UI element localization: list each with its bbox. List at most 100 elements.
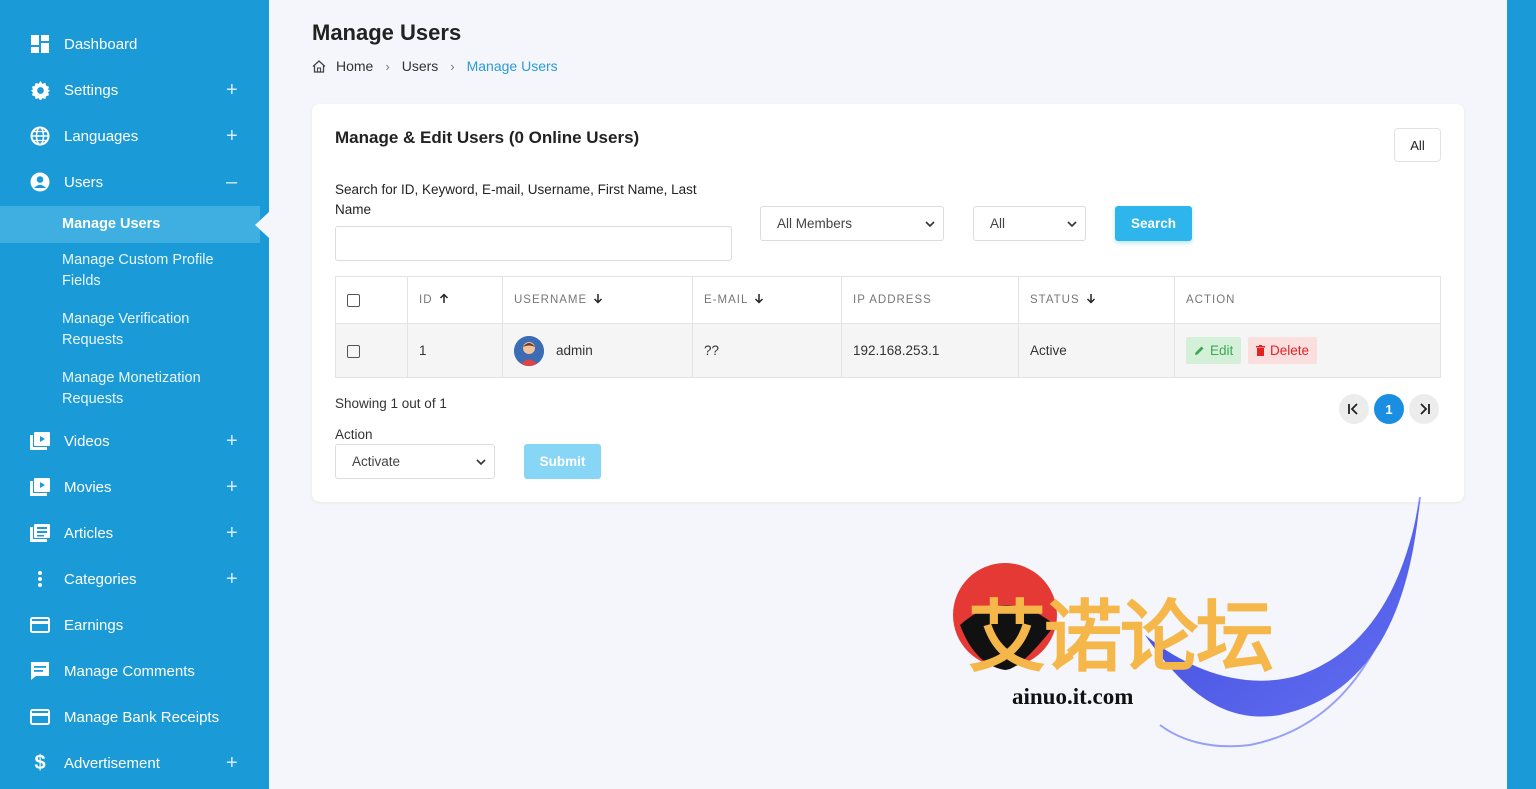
sidebar-item-label: Languages — [64, 127, 139, 145]
username-text[interactable]: admin — [556, 343, 593, 358]
sidebar-item-label: Advertisement — [64, 754, 160, 772]
sidebar-item-bank-receipts[interactable]: Manage Bank Receipts — [0, 694, 269, 740]
members-select[interactable]: All Members — [760, 206, 944, 241]
sidebar-item-label: Categories — [64, 570, 137, 588]
submit-button[interactable]: Submit — [524, 444, 601, 479]
select-all-checkbox[interactable] — [347, 293, 360, 307]
delete-label: Delete — [1270, 343, 1310, 358]
breadcrumb: Home › Users › Manage Users — [312, 57, 558, 75]
column-label: E-MAIL — [704, 294, 749, 307]
sidebar-item-label: Movies — [64, 478, 112, 496]
first-page-button[interactable] — [1339, 394, 1369, 424]
gear-icon — [30, 80, 50, 100]
column-status[interactable]: STATUS — [1018, 276, 1175, 324]
last-page-button[interactable] — [1409, 394, 1439, 424]
sidebar-item-label: Videos — [64, 432, 110, 450]
sidebar-item-advertisement[interactable]: $ Advertisement + — [0, 740, 269, 786]
sidebar-item-languages[interactable]: Languages + — [0, 113, 269, 159]
chevron-right-icon: › — [385, 58, 390, 74]
sidebar-item-dashboard[interactable]: Dashboard — [0, 21, 269, 67]
card-title: Manage & Edit Users (0 Online Users) — [335, 128, 640, 147]
page-button-current[interactable]: 1 — [1374, 394, 1404, 424]
search-button[interactable]: Search — [1115, 206, 1192, 241]
search-input[interactable] — [335, 226, 732, 261]
credit-card-icon — [30, 615, 50, 635]
sort-desc-icon[interactable] — [1086, 293, 1096, 307]
column-email[interactable]: E-MAIL — [692, 276, 842, 324]
expand-icon[interactable]: + — [226, 569, 238, 589]
cell-action: Edit Delete — [1174, 323, 1441, 378]
expand-icon[interactable]: + — [226, 753, 238, 773]
user-circle-icon — [30, 172, 50, 192]
sidebar-item-videos[interactable]: Videos + — [0, 418, 269, 464]
column-action: ACTION — [1174, 276, 1441, 324]
dashboard-icon — [30, 34, 50, 54]
avatar[interactable] — [514, 335, 544, 366]
cell-ip-address: 192.168.253.1 — [841, 323, 1019, 378]
action-label: Action — [335, 427, 373, 442]
row-checkbox[interactable] — [347, 344, 360, 358]
collapse-icon[interactable]: – — [226, 172, 237, 192]
cell-status: Active — [1018, 323, 1175, 378]
chevron-right-icon: › — [450, 58, 455, 74]
row-select-cell — [335, 323, 408, 378]
expand-icon[interactable]: + — [226, 126, 238, 146]
watermark-url: ainuo.it.com — [1012, 684, 1134, 709]
sidebar-item-label: Articles — [64, 524, 114, 542]
sort-asc-icon[interactable] — [439, 293, 449, 307]
sidebar-item-label: Earnings — [64, 616, 124, 634]
sidebar-item-categories[interactable]: Categories + — [0, 556, 269, 602]
status-select-value: All — [990, 216, 1006, 231]
breadcrumb-home[interactable]: Home — [336, 58, 373, 74]
cell-username: admin — [502, 323, 693, 378]
breadcrumb-users[interactable]: Users — [402, 58, 439, 74]
showing-count: Showing 1 out of 1 — [335, 396, 447, 411]
sidebar-item-settings[interactable]: Settings + — [0, 67, 269, 113]
video-icon — [30, 477, 50, 497]
sidebar-subitem-monetization-requests[interactable]: Manage Monetization Requests — [62, 368, 252, 410]
status-select[interactable]: All — [973, 206, 1086, 241]
expand-icon[interactable]: + — [226, 523, 238, 543]
pencil-icon — [1195, 346, 1204, 355]
column-label: ACTION — [1186, 294, 1236, 306]
sidebar-item-label: Settings — [64, 81, 119, 99]
delete-button[interactable]: Delete — [1248, 337, 1318, 364]
column-label: IP ADDRESS — [853, 294, 932, 306]
sidebar-item-articles[interactable]: Articles + — [0, 510, 269, 556]
users-table: ID USERNAME E-MAIL IP ADDRESS STATUS ACT… — [335, 276, 1441, 378]
all-filter-button[interactable]: All — [1394, 128, 1441, 162]
sidebar-item-users[interactable]: Users – — [0, 159, 269, 205]
right-edge-strip — [1507, 0, 1536, 789]
credit-card-icon — [30, 707, 50, 727]
watermark-text: 艾诺论坛 — [968, 593, 1274, 683]
action-select[interactable]: Activate — [335, 444, 495, 479]
expand-icon[interactable]: + — [226, 477, 238, 497]
expand-icon[interactable]: + — [226, 431, 238, 451]
sidebar-item-movies[interactable]: Movies + — [0, 464, 269, 510]
sidebar-subitem-verification-requests[interactable]: Manage Verification Requests — [62, 309, 252, 351]
sort-desc-icon[interactable] — [754, 293, 764, 307]
sidebar-item-label: Users — [64, 173, 104, 191]
sidebar-subitem-manage-users[interactable]: Manage Users — [62, 206, 160, 243]
cell-email: ?? — [692, 323, 842, 378]
column-username[interactable]: USERNAME — [502, 276, 693, 324]
sort-desc-icon[interactable] — [593, 293, 603, 307]
chevron-down-icon — [476, 455, 486, 470]
column-label: ID — [419, 294, 433, 307]
page-title: Manage Users — [312, 20, 462, 45]
home-icon[interactable] — [312, 59, 326, 73]
select-all-cell — [335, 276, 408, 324]
sidebar-subitem-custom-profile-fields[interactable]: Manage Custom Profile Fields — [62, 250, 252, 292]
edit-button[interactable]: Edit — [1186, 337, 1242, 364]
sidebar-item-earnings[interactable]: Earnings — [0, 602, 269, 648]
table-row: 1 admin ?? 192.168.253.1 Active Edit Del… — [335, 323, 1441, 378]
sidebar-item-manage-comments[interactable]: Manage Comments — [0, 648, 269, 694]
action-select-value: Activate — [352, 454, 401, 469]
trash-icon — [1256, 345, 1266, 356]
cell-id: 1 — [407, 323, 503, 378]
expand-icon[interactable]: + — [226, 80, 238, 100]
active-pointer — [255, 212, 269, 238]
sidebar-item-label: Dashboard — [64, 35, 138, 53]
comment-icon — [30, 661, 50, 681]
column-id[interactable]: ID — [407, 276, 503, 324]
